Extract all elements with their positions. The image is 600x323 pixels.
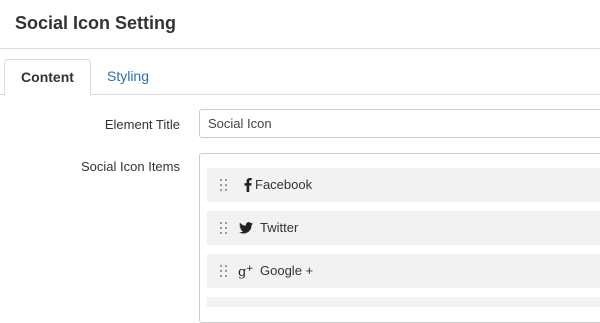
- element-title-label: Element Title: [104, 117, 180, 132]
- list-item-label: Twitter: [260, 220, 299, 235]
- dialog-title: Social Icon Setting: [15, 13, 177, 33]
- element-title-input[interactable]: [199, 109, 600, 138]
- list-item-twitter[interactable]: Twitter: [207, 211, 600, 245]
- drag-handle-icon[interactable]: [220, 179, 228, 191]
- list-item-google-plus[interactable]: g + Google +: [207, 254, 600, 288]
- tab-styling[interactable]: Styling: [92, 59, 164, 95]
- list-item-label: Facebook: [255, 177, 313, 192]
- social-icon-items-label: Social Icon Items: [81, 159, 180, 174]
- list-item-label: Google +: [260, 263, 314, 278]
- list-item-facebook[interactable]: Facebook: [207, 168, 600, 202]
- google-plus-icon: g +: [237, 254, 255, 288]
- list-item[interactable]: [207, 297, 600, 307]
- tab-content[interactable]: Content: [4, 59, 91, 96]
- drag-handle-icon[interactable]: [220, 222, 228, 234]
- tab-bar: Content Styling: [0, 59, 600, 96]
- drag-handle-icon[interactable]: [220, 265, 228, 277]
- svg-text:+: +: [246, 264, 254, 274]
- dialog-header: Social Icon Setting: [0, 0, 600, 49]
- twitter-icon: [237, 211, 255, 245]
